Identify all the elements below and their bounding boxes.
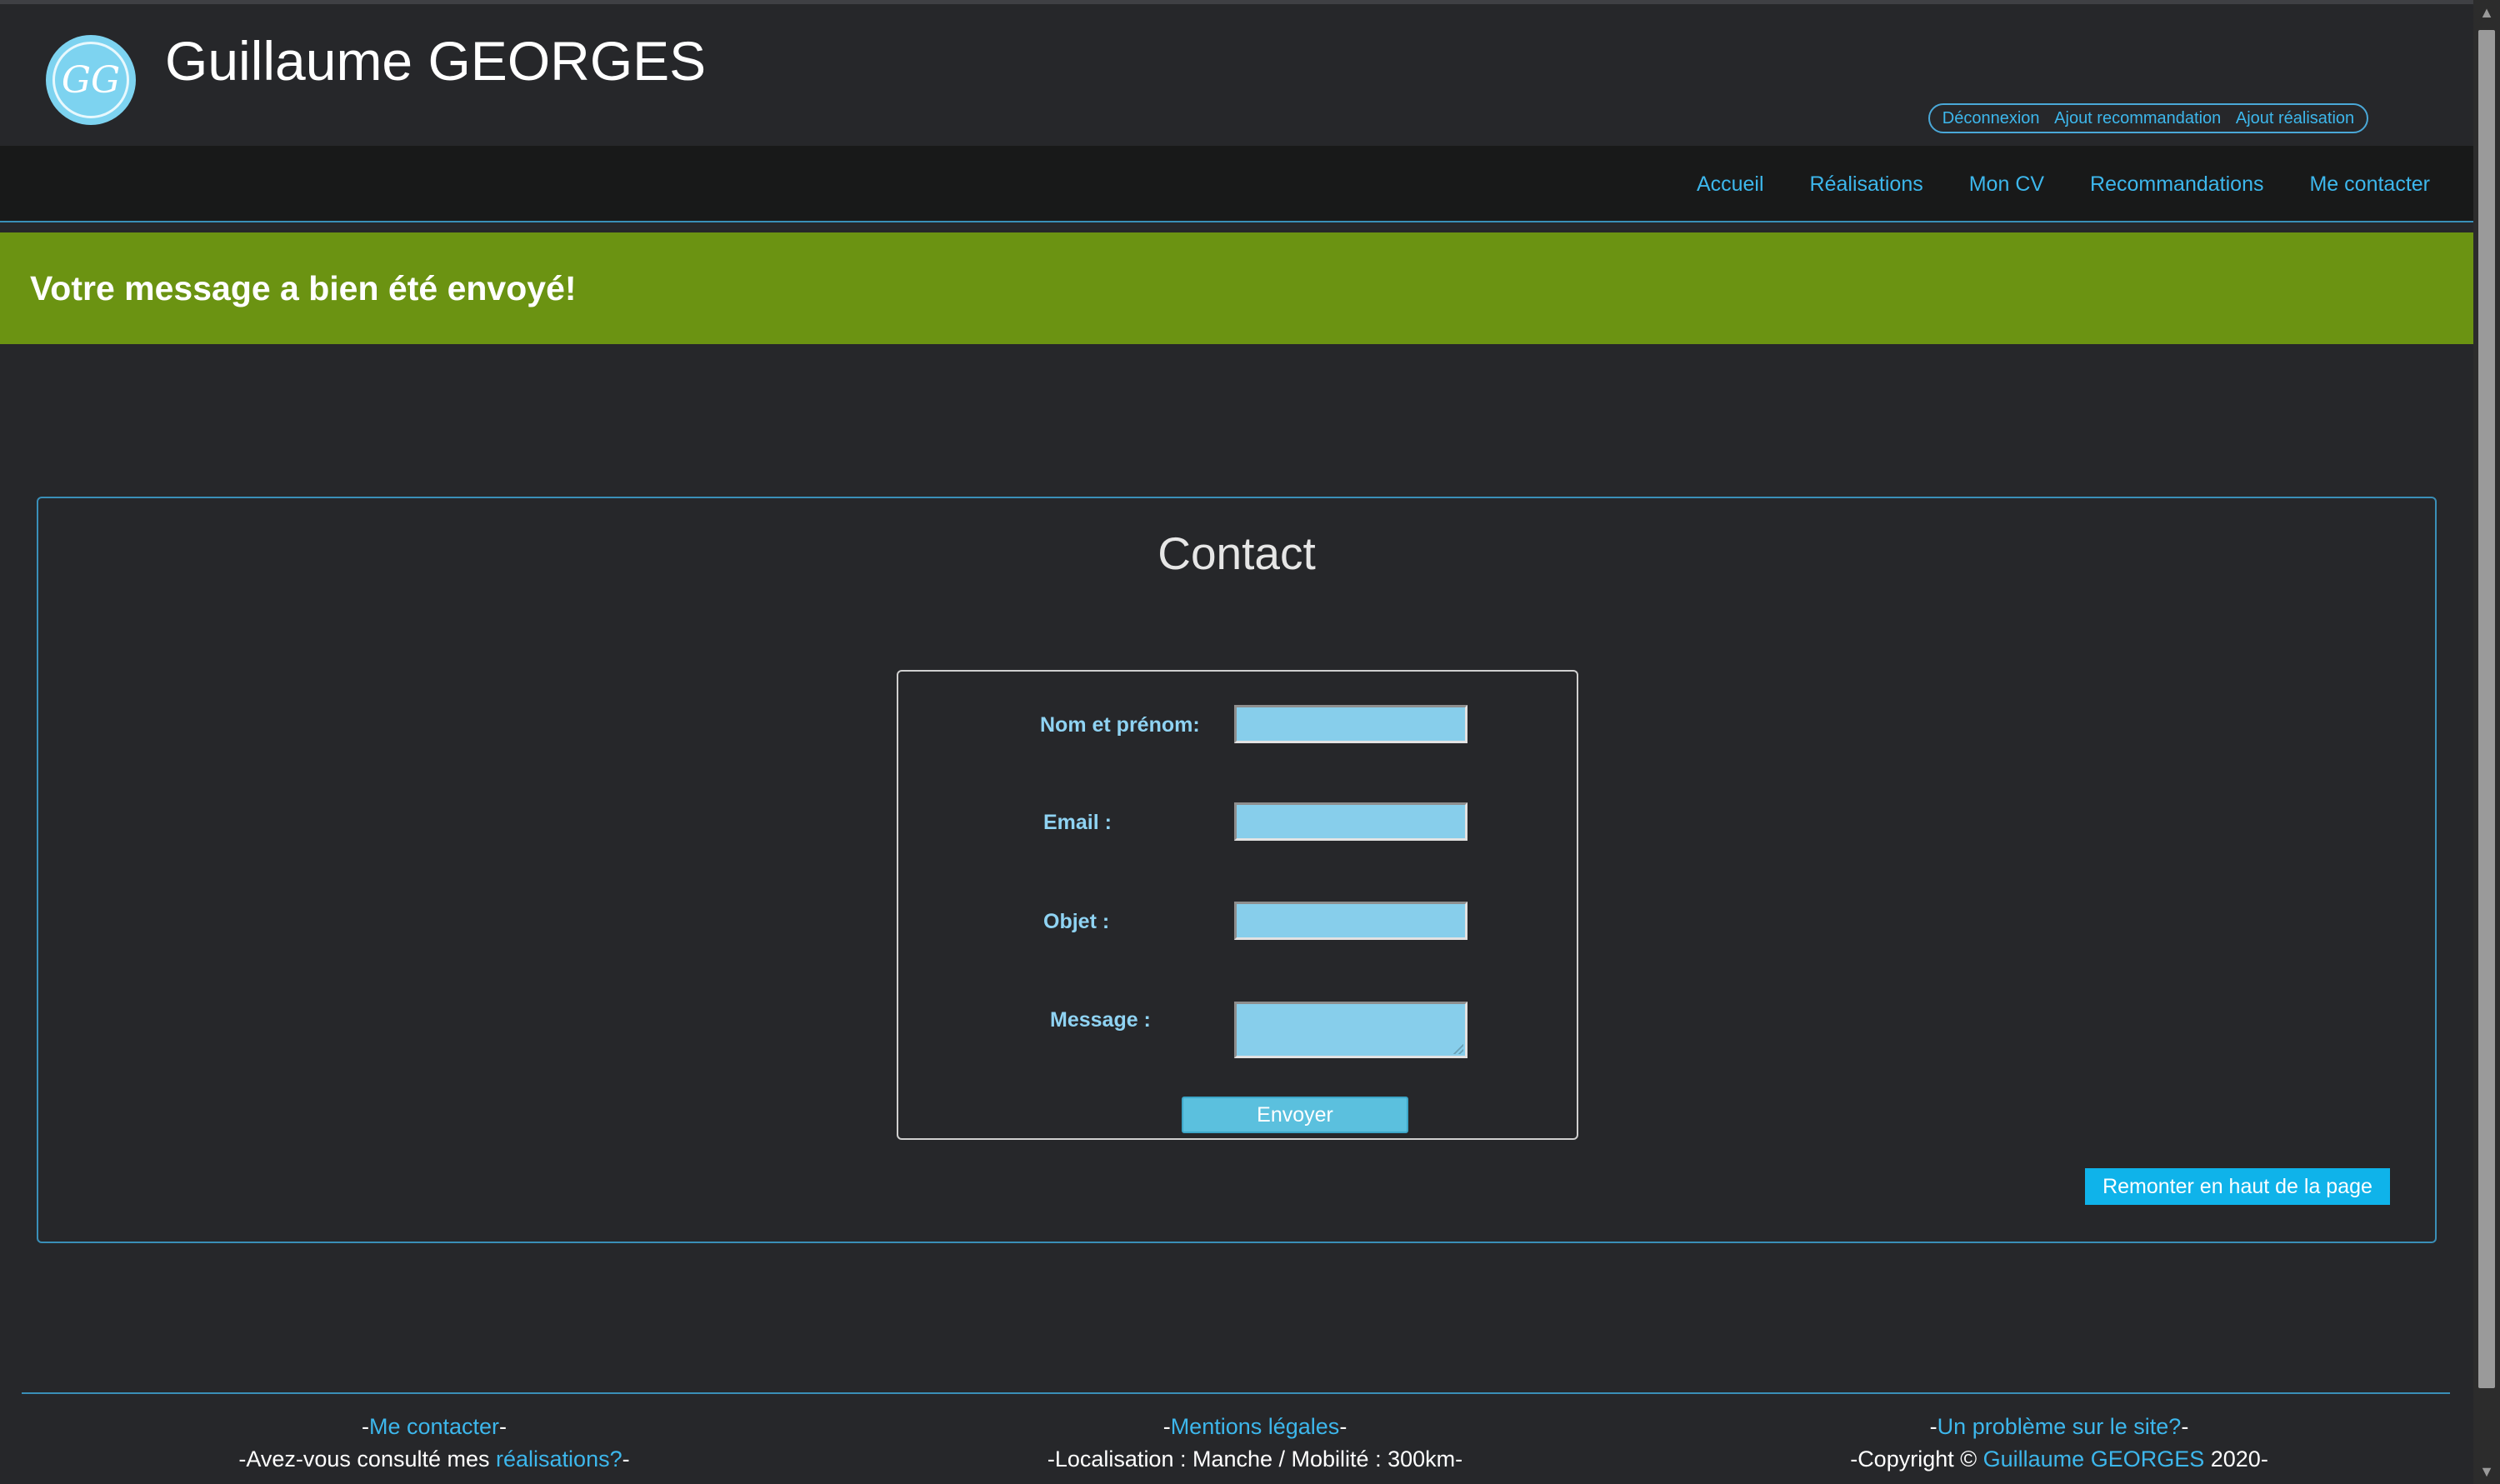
footer-year-text: 2020 <box>2204 1447 2261 1472</box>
nav-item-realisations[interactable]: Réalisations <box>1810 172 1923 197</box>
name-label: Nom et prénom: <box>1040 713 1200 737</box>
message-label: Message : <box>1050 1008 1151 1032</box>
footer-col-contact: -Me contacter- -Avez-vous consulté mes r… <box>238 1414 630 1472</box>
subject-field[interactable] <box>1234 902 1468 940</box>
site-footer: -Me contacter- -Avez-vous consulté mes r… <box>22 1392 2450 1484</box>
admin-bar: Déconnexion Ajout recommandation Ajout r… <box>1928 103 2368 133</box>
message-field[interactable] <box>1234 1002 1468 1058</box>
footer-text: Avez-vous consulté mes <box>246 1447 497 1472</box>
footer-legal-link[interactable]: Mentions légales <box>1171 1414 1340 1439</box>
footer-location-text: Localisation : Manche / Mobilité : 300km <box>1054 1447 1456 1472</box>
footer-problem-link[interactable]: Un problème sur le site? <box>1938 1414 2182 1439</box>
footer-col-legal: -Mentions légales- -Localisation : Manch… <box>1047 1414 1463 1472</box>
footer-projects-link[interactable]: réalisations? <box>496 1447 622 1472</box>
contact-form: Nom et prénom: Email : Objet : Message :… <box>897 670 1578 1140</box>
footer-author-link[interactable]: Guillaume GEORGES <box>1983 1447 2205 1472</box>
email-field[interactable] <box>1234 802 1468 841</box>
scroll-down-icon[interactable]: ▼ <box>2473 1459 2500 1484</box>
add-recommendation-link[interactable]: Ajout recommandation <box>2054 109 2221 128</box>
footer-copyright-text: Copyright © <box>1858 1447 1983 1472</box>
back-to-top-button[interactable]: Remonter en haut de la page <box>2085 1168 2390 1205</box>
send-button[interactable]: Envoyer <box>1182 1097 1408 1133</box>
contact-panel: Contact Nom et prénom: Email : Objet : M… <box>37 497 2437 1243</box>
name-field[interactable] <box>1234 705 1468 743</box>
footer-contact-link[interactable]: Me contacter <box>369 1414 499 1439</box>
nav-item-recommandations[interactable]: Recommandations <box>2090 172 2263 197</box>
resize-grip-icon[interactable] <box>1453 1044 1463 1054</box>
nav-items: Accueil Réalisations Mon CV Recommandati… <box>1697 146 2430 222</box>
page: GG Guillaume GEORGES Déconnexion Ajout r… <box>0 0 2473 1484</box>
add-project-link[interactable]: Ajout réalisation <box>2236 109 2354 128</box>
footer-col-support: -Un problème sur le site?- -Copyright © … <box>1850 1414 2268 1472</box>
success-message: Votre message a bien été envoyé! <box>30 268 577 307</box>
logout-link[interactable]: Déconnexion <box>1942 109 2040 128</box>
scroll-up-icon[interactable]: ▲ <box>2473 0 2500 25</box>
nav-item-accueil[interactable]: Accueil <box>1697 172 1764 197</box>
nav-item-mon-cv[interactable]: Mon CV <box>1969 172 2044 197</box>
site-title: Guillaume GEORGES <box>165 30 707 92</box>
success-banner: Votre message a bien été envoyé! <box>0 232 2473 344</box>
logo[interactable]: GG <box>46 35 136 125</box>
scrollbar[interactable]: ▲ ▼ <box>2473 0 2500 1484</box>
logo-monogram: GG <box>52 42 129 118</box>
nav-item-me-contacter[interactable]: Me contacter <box>2309 172 2430 197</box>
site-header: GG Guillaume GEORGES Déconnexion Ajout r… <box>0 4 2473 146</box>
scroll-thumb[interactable] <box>2478 30 2495 1388</box>
main-nav: Accueil Réalisations Mon CV Recommandati… <box>0 146 2473 222</box>
page-title: Contact <box>1158 527 1316 579</box>
email-label: Email : <box>1043 811 1112 834</box>
subject-label: Objet : <box>1043 910 1110 933</box>
